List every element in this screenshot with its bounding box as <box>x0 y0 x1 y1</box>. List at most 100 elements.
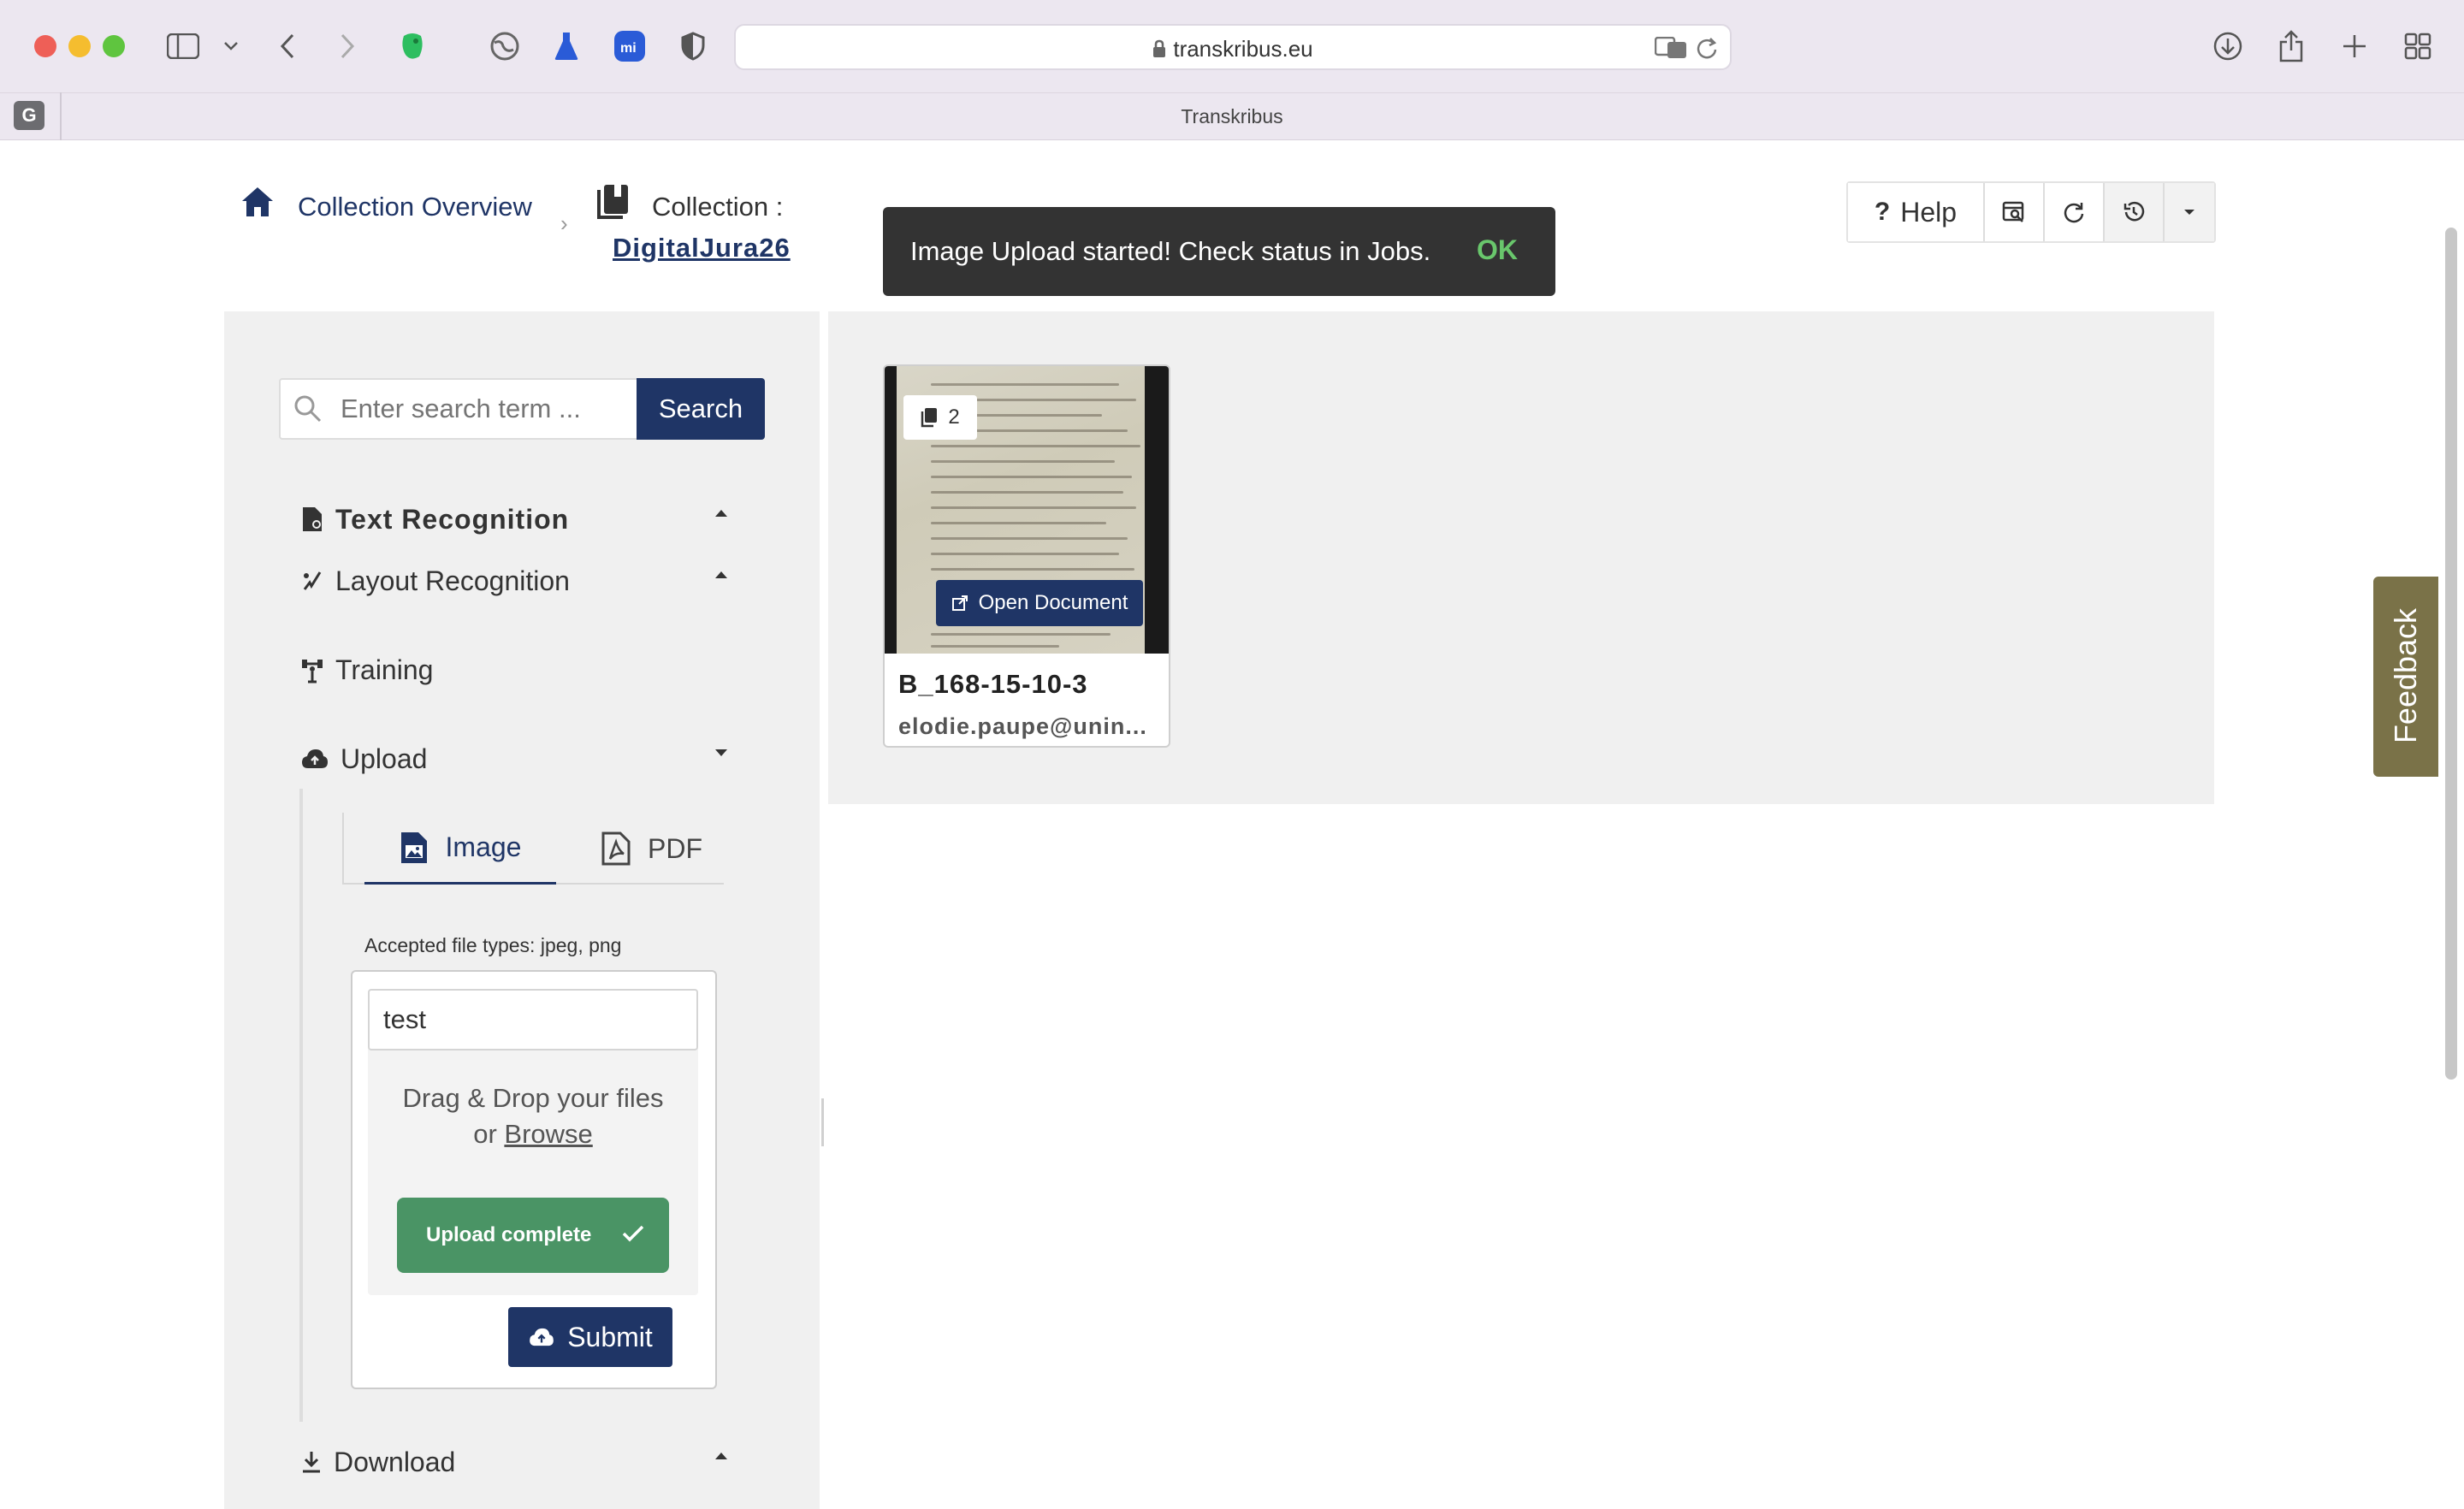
open-document-label: Open Document <box>978 591 1128 614</box>
submit-label: Submit <box>567 1321 653 1352</box>
tab-label: PDF <box>648 832 702 864</box>
search-field[interactable] <box>279 378 638 440</box>
tab-group-badge[interactable]: G <box>14 101 44 130</box>
tab-overview-icon[interactable] <box>2399 27 2437 65</box>
browse-link[interactable]: Browse <box>504 1119 592 1149</box>
shield-icon[interactable] <box>674 27 712 65</box>
search-icon <box>293 394 323 424</box>
document-title[interactable]: B_168-15-10-3 <box>898 669 1088 700</box>
history-icon <box>2123 201 2145 222</box>
open-document-button[interactable]: Open Document <box>936 580 1143 626</box>
question-icon: ? <box>1874 198 1891 226</box>
upload-type-tabs: Image PDF <box>342 813 724 885</box>
upload-started-toast: Image Upload started! Check status in Jo… <box>883 207 1555 296</box>
address-bar[interactable]: transkribus.eu <box>734 24 1732 70</box>
documents-grid: 2 Open Document B_168-15-10-3 elodie.pau… <box>828 311 2214 804</box>
or-text: or <box>473 1119 497 1149</box>
caret-up-icon <box>714 570 729 580</box>
breadcrumb-collection-name[interactable]: DigitalJura26 <box>613 233 791 263</box>
collection-icon <box>595 183 630 221</box>
downloads-icon[interactable] <box>2209 27 2247 65</box>
cloud-upload-icon <box>528 1327 555 1347</box>
close-window-button[interactable] <box>34 35 56 57</box>
document-card[interactable]: 2 Open Document B_168-15-10-3 elodie.pau… <box>883 364 1170 748</box>
layout-recognition-icon <box>301 569 323 593</box>
sidebar: Search Text Recognition Layout Recogniti… <box>224 311 820 1509</box>
upload-status-label: Upload complete <box>426 1223 592 1246</box>
toast-message: Image Upload started! Check status in Jo… <box>910 236 1431 266</box>
cloud-upload-icon <box>301 748 329 770</box>
submit-button[interactable]: Submit <box>508 1307 672 1367</box>
accepted-file-types: Accepted file types: jpeg, png <box>364 934 622 956</box>
tab-pdf[interactable]: PDF <box>583 813 720 885</box>
url-value: transkribus.eu <box>1173 36 1313 62</box>
search-document-icon <box>2002 201 2024 222</box>
history-button[interactable] <box>2105 183 2165 241</box>
zoom-window-button[interactable] <box>103 35 125 57</box>
document-name-input[interactable] <box>368 989 698 1050</box>
menu-text-recognition[interactable]: Text Recognition <box>301 498 729 541</box>
menu-label: Layout Recognition <box>335 565 570 596</box>
url-text[interactable]: transkribus.eu <box>736 36 1730 62</box>
caret-up-icon <box>714 1451 729 1461</box>
upload-complete-status: Upload complete <box>397 1198 669 1273</box>
mendeley-extension-icon[interactable]: mi <box>611 27 649 65</box>
search-button[interactable]: Search <box>637 378 765 440</box>
upload-dropzone[interactable]: Drag & Drop your files or Browse Upload … <box>351 970 717 1389</box>
menu-layout-recognition[interactable]: Layout Recognition <box>301 559 729 602</box>
help-label: Help <box>1900 196 1958 228</box>
toast-ok-button[interactable]: OK <box>1477 234 1518 266</box>
back-icon[interactable] <box>269 27 306 65</box>
sidebar-toggle-icon[interactable] <box>164 27 202 65</box>
breadcrumb-separator: › <box>560 210 568 236</box>
caret-up-icon <box>714 508 729 518</box>
forward-icon[interactable] <box>329 27 366 65</box>
menu-upload[interactable]: Upload <box>301 737 729 780</box>
image-file-icon <box>400 831 429 865</box>
search-input[interactable] <box>341 390 623 428</box>
minimize-window-button[interactable] <box>68 35 91 57</box>
menu-label: Training <box>335 654 434 685</box>
document-thumbnail[interactable]: 2 Open Document <box>885 366 1169 654</box>
share-icon[interactable] <box>2272 27 2310 65</box>
browser-toolbar: mi transkribus.eu <box>0 0 2464 92</box>
tab-image[interactable]: Image <box>364 813 556 885</box>
tab-label: Image <box>445 831 522 862</box>
tab-transkribus[interactable]: Transkribus <box>0 105 2464 128</box>
evernote-icon[interactable] <box>394 27 431 65</box>
checkmark-icon <box>622 1225 644 1242</box>
caret-down-icon <box>2184 210 2194 215</box>
training-icon <box>301 656 323 683</box>
home-icon[interactable] <box>240 185 275 219</box>
help-button[interactable]: ? Help <box>1848 183 1985 241</box>
feedback-label[interactable]: Feedback <box>2388 608 2424 743</box>
upload-panel-rail <box>299 789 303 1422</box>
svg-text:mi: mi <box>620 41 637 56</box>
reload-icon[interactable] <box>1696 36 1718 60</box>
chevron-down-icon[interactable] <box>212 27 250 65</box>
page-toolbar: ? Help <box>1846 181 2216 243</box>
menu-label: Download <box>334 1446 456 1477</box>
globe-extension-icon[interactable] <box>486 27 524 65</box>
translate-icon[interactable] <box>1655 37 1687 59</box>
menu-download[interactable]: Download <box>301 1441 729 1483</box>
pages-icon <box>921 408 938 428</box>
new-tab-icon[interactable] <box>2336 27 2373 65</box>
download-icon <box>301 1450 322 1474</box>
sidebar-resize-handle[interactable] <box>821 1098 824 1146</box>
document-owner: elodie.paupe@unin... <box>898 713 1147 739</box>
breadcrumb-collection-overview[interactable]: Collection Overview <box>298 192 532 222</box>
pdf-file-icon <box>601 831 631 866</box>
dropzone-area[interactable]: Drag & Drop your files or Browse Upload … <box>368 989 698 1295</box>
drag-drop-text: Drag & Drop your files <box>402 1083 664 1113</box>
flask-icon[interactable] <box>548 27 585 65</box>
text-recognition-icon <box>301 506 323 533</box>
menu-training[interactable]: Training <box>301 648 729 691</box>
search-document-button[interactable] <box>1985 183 2045 241</box>
vertical-scrollbar[interactable] <box>2445 228 2457 1080</box>
tab-divider <box>60 92 62 140</box>
refresh-button[interactable] <box>2045 183 2105 241</box>
history-dropdown-button[interactable] <box>2165 183 2214 241</box>
page-content: Collection Overview › Collection : Digit… <box>0 140 2464 1509</box>
tab-bar: Transkribus <box>0 92 2464 140</box>
